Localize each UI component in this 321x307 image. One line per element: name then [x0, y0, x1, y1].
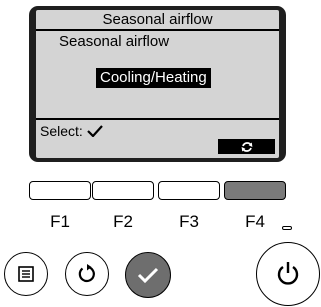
- power-button[interactable]: [256, 242, 320, 306]
- lcd-screen: Seasonal airflow Seasonal airflow Coolin…: [36, 10, 279, 158]
- selected-setting-value: Cooling/Heating: [96, 68, 211, 88]
- check-icon: [137, 267, 159, 284]
- f4-button[interactable]: [224, 181, 286, 200]
- f3-button[interactable]: [158, 181, 220, 200]
- select-hint: Select:: [40, 122, 103, 140]
- power-icon: [277, 262, 299, 285]
- lcd-footer-divider: [36, 118, 279, 120]
- f3-label: F3: [179, 212, 199, 231]
- menu-icon: [18, 266, 34, 282]
- return-icon: [78, 264, 95, 283]
- lcd-title: Seasonal airflow: [102, 11, 213, 28]
- return-button[interactable]: [65, 252, 109, 296]
- f4-label: F4: [245, 212, 265, 231]
- check-icon: [86, 125, 103, 138]
- select-label: Select:: [40, 123, 83, 139]
- setting-label: Seasonal airflow: [59, 33, 170, 50]
- f1-label: F1: [50, 212, 70, 231]
- f2-label: F2: [113, 212, 133, 231]
- f1-button[interactable]: [29, 181, 91, 200]
- f2-button[interactable]: [92, 181, 154, 200]
- cycle-arrows-icon: [241, 141, 252, 152]
- menu-button[interactable]: [4, 252, 48, 296]
- f4-softkey-indicator: [218, 139, 275, 154]
- confirm-button[interactable]: [125, 252, 171, 298]
- operation-indicator-lamp: [282, 226, 292, 230]
- lcd-title-divider: [36, 29, 279, 31]
